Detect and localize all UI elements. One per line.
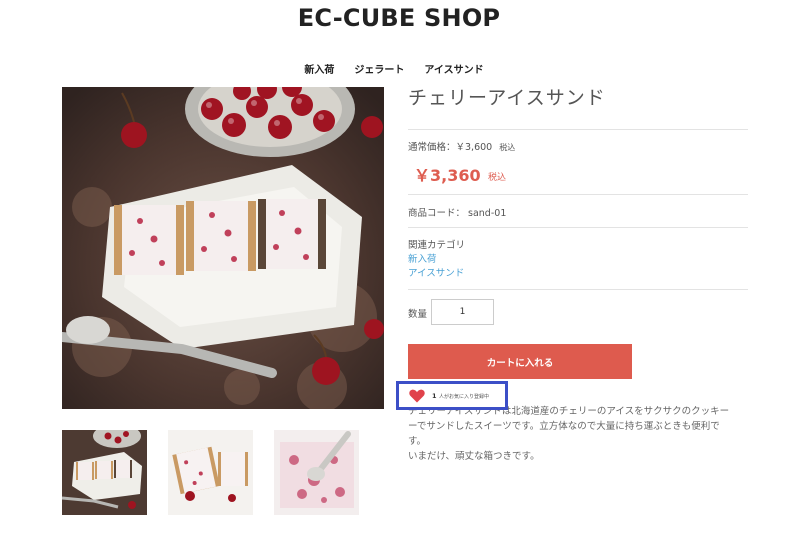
quantity-input[interactable] bbox=[431, 299, 494, 325]
description-line: ーでサンドしたスイーツです。立方体なので大量に持ち運ぶときも便利で bbox=[408, 421, 720, 432]
favorite-count: 1 bbox=[432, 392, 437, 400]
shop-title[interactable]: EC-CUBE SHOP bbox=[0, 4, 798, 32]
sale-price: ￥3,360 bbox=[414, 166, 481, 185]
normal-price: 通常価格：￥3,600 税込 bbox=[408, 139, 515, 153]
nav-item-ice-sand[interactable]: アイスサンド bbox=[424, 61, 483, 76]
description-line: いまだけ、頑丈な箱つきです。 bbox=[408, 451, 540, 462]
product-detail: チェリーアイスサンド 通常価格：￥3,600 税込 ￥3,360 税込 商品コー… bbox=[408, 84, 748, 379]
nav-item-gelato[interactable]: ジェラート bbox=[354, 61, 404, 76]
related-category-label: 関連カテゴリ bbox=[408, 240, 466, 251]
divider bbox=[408, 129, 748, 130]
nav-item-new[interactable]: 新入荷 bbox=[304, 61, 334, 76]
heart-icon[interactable] bbox=[409, 389, 425, 403]
add-to-cart-button[interactable]: カートに入れる bbox=[408, 344, 632, 379]
quantity-label: 数量 bbox=[408, 309, 428, 320]
thumbnail-1[interactable] bbox=[62, 430, 147, 515]
product-code: 商品コード： sand-01 bbox=[408, 208, 507, 219]
main-product-image bbox=[62, 87, 384, 409]
category-link-new[interactable]: 新入荷 bbox=[408, 251, 437, 265]
favorite-widget[interactable]: 1 人がお気に入り登録中 bbox=[396, 381, 508, 410]
divider bbox=[408, 289, 748, 290]
favorite-text: 人がお気に入り登録中 bbox=[439, 394, 490, 400]
sale-price-tax: 税込 bbox=[488, 173, 507, 183]
thumbnail-2[interactable] bbox=[168, 430, 253, 515]
description-line: す。 bbox=[408, 436, 427, 447]
divider bbox=[408, 227, 748, 228]
product-description: チェリーアイスサンドは北海道産のチェリーのアイスをサクサクのクッキー ーでサンド… bbox=[408, 404, 748, 464]
normal-price-label: 通常価格：￥3,600 bbox=[408, 142, 493, 153]
normal-price-tax: 税込 bbox=[499, 143, 516, 152]
thumbnail-3[interactable] bbox=[274, 430, 359, 515]
category-link-ice-sand[interactable]: アイスサンド bbox=[408, 265, 464, 279]
divider bbox=[408, 194, 748, 195]
product-name: チェリーアイスサンド bbox=[408, 87, 606, 109]
category-nav: 新入荷 ジェラート アイスサンド bbox=[0, 61, 798, 76]
